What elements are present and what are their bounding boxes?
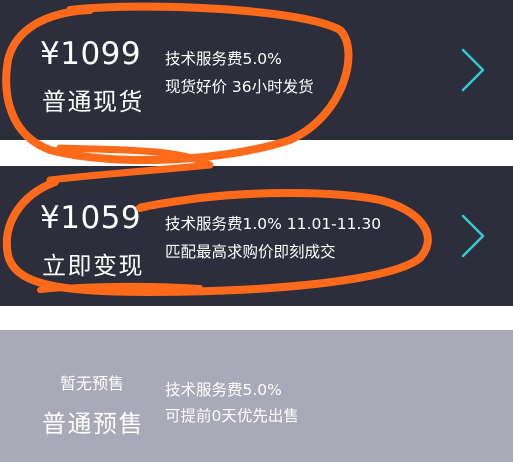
fee-text: 技术服务费5.0% [165,381,282,399]
fee-text: 技术服务费1.0% 11.01-11.30 [165,215,382,233]
price-label: ¥1059 [40,200,142,236]
option-card-spot[interactable]: ¥1099 普通现货 技术服务费5.0% 现货好价 36小时发货 [0,0,513,140]
option-title: 立即变现 [42,252,144,280]
fee-text: 技术服务费5.0% [165,50,282,68]
option-title: 普通现货 [42,88,144,116]
chevron-right-icon[interactable] [455,210,489,262]
sale-options-screen: ¥1099 普通现货 技术服务费5.0% 现货好价 36小时发货 ¥1059 立… [0,0,513,462]
chevron-right-icon[interactable] [455,44,489,96]
description-text: 匹配最高求购价即刻成交 [165,243,336,261]
option-card-instant-sell[interactable]: ¥1059 立即变现 技术服务费1.0% 11.01-11.30 匹配最高求购价… [0,166,513,306]
description-text: 可提前0天优先出售 [165,407,299,425]
red-dot-badge [138,203,146,211]
option-title: 普通预售 [42,410,144,438]
presale-status: 暂无预售 [60,374,125,393]
price-label: ¥1099 [40,36,142,72]
description-text: 现货好价 36小时发货 [165,78,314,96]
option-card-presale: 暂无预售 普通预售 技术服务费5.0% 可提前0天优先出售 [0,330,513,462]
